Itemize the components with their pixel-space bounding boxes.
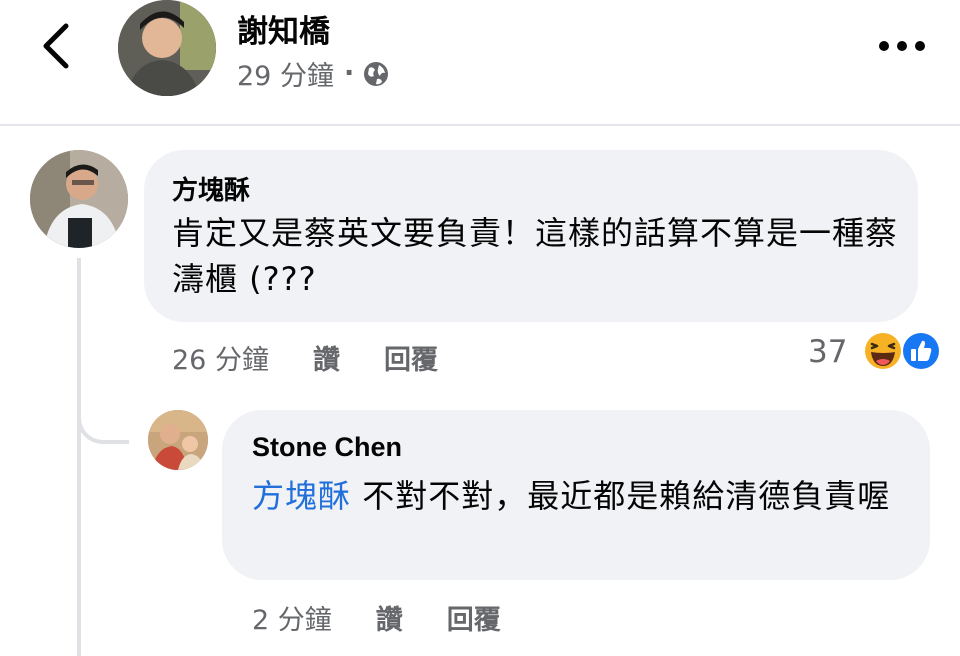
comment-actions: 26 分鐘 讚 回覆 <box>172 338 438 377</box>
comment-author-name[interactable]: 方塊酥 <box>172 170 250 207</box>
comment-timestamp[interactable]: 26 分鐘 <box>172 338 269 377</box>
comment-avatar[interactable] <box>30 150 128 248</box>
chevron-left-icon <box>43 23 69 69</box>
more-horizontal-icon <box>879 41 925 51</box>
meta-separator: · <box>343 58 355 89</box>
reply-author-name[interactable]: Stone Chen <box>252 432 402 463</box>
mention-link[interactable]: 方塊酥 <box>252 477 351 515</box>
post-meta: 29 分鐘 · <box>237 54 390 93</box>
more-options-button[interactable] <box>874 30 930 62</box>
reply-text: 方塊酥 不對不對，最近都是賴給清德負責喔 <box>252 472 912 520</box>
reaction-count[interactable]: 37 <box>808 334 847 370</box>
reply-like-button[interactable]: 讚 <box>376 598 403 637</box>
header-divider <box>0 124 960 126</box>
thread-branch <box>77 258 129 444</box>
author-avatar[interactable] <box>118 0 216 96</box>
reply-button[interactable]: 回覆 <box>384 338 438 377</box>
reply-avatar[interactable] <box>148 410 208 470</box>
back-button[interactable] <box>30 18 86 74</box>
post-timestamp[interactable]: 29 分鐘 <box>237 54 334 93</box>
like-reaction-icon <box>900 330 942 372</box>
reply-actions: 2 分鐘 讚 回覆 <box>252 598 501 637</box>
post-author-name[interactable]: 謝知橋 <box>237 6 330 51</box>
reply-reply-button[interactable]: 回覆 <box>447 598 501 637</box>
haha-icon <box>862 330 904 372</box>
reply-timestamp[interactable]: 2 分鐘 <box>252 598 332 637</box>
like-button[interactable]: 讚 <box>313 338 340 377</box>
globe-icon <box>362 60 390 88</box>
reply-text-body: 不對不對，最近都是賴給清德負責喔 <box>351 477 891 515</box>
comment-text: 肯定又是蔡英文要負責！這樣的話算不算是一種蔡濤櫃 (??? <box>172 214 899 298</box>
